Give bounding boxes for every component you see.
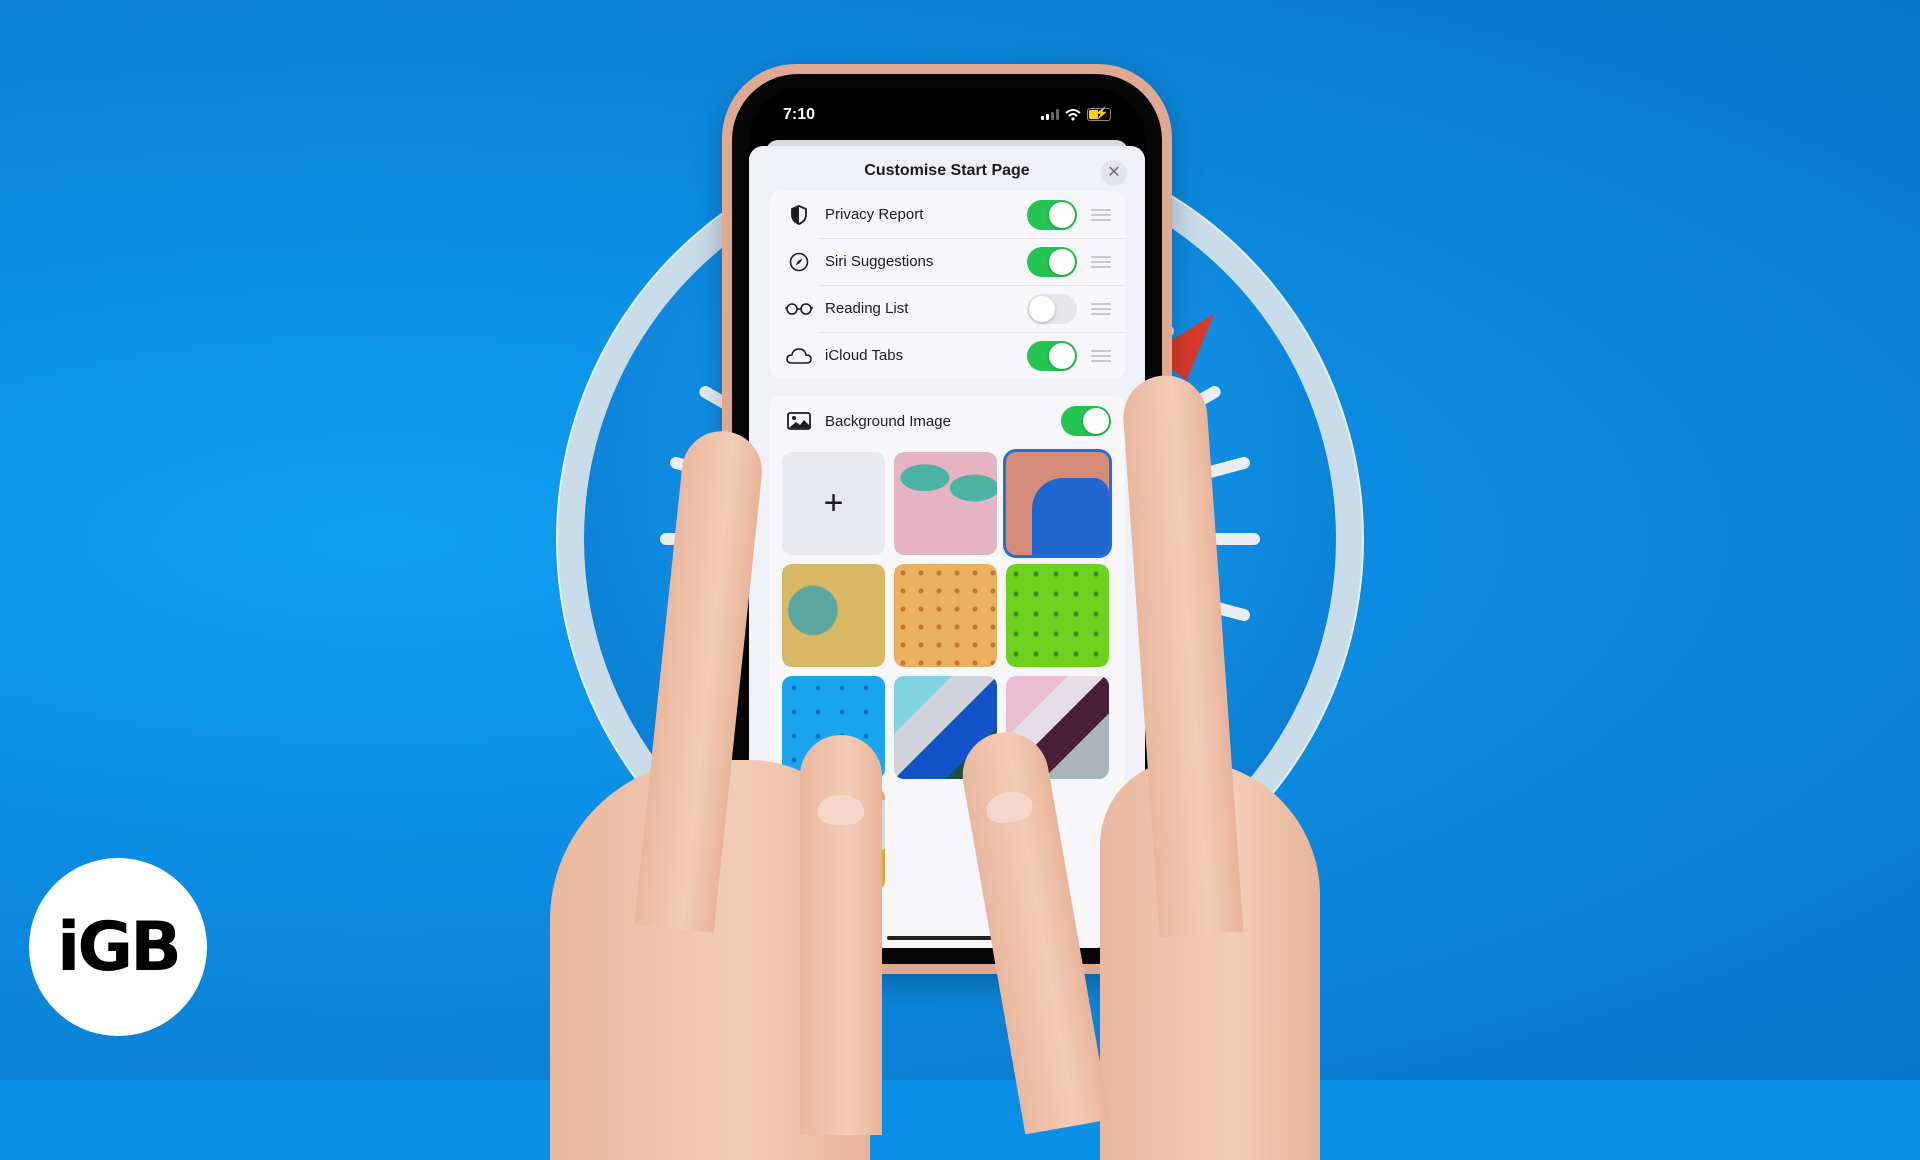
wallpaper-tile-butterfly[interactable] bbox=[894, 452, 997, 555]
section-row-privacy-report: Privacy Report bbox=[769, 191, 1125, 238]
status-bar: 7:10 ⚡ bbox=[749, 88, 1145, 140]
section-label: Reading List bbox=[825, 300, 909, 317]
status-time: 7:10 bbox=[783, 106, 816, 123]
section-row-reading-list: Reading List bbox=[769, 285, 1125, 332]
cloud-icon bbox=[783, 347, 815, 365]
glasses-icon bbox=[783, 302, 815, 316]
section-label: Siri Suggestions bbox=[825, 253, 934, 270]
photo-icon bbox=[783, 412, 815, 430]
add-photo-button[interactable]: + bbox=[782, 452, 885, 555]
section-row-siri-suggestions: Siri Suggestions bbox=[769, 238, 1125, 285]
cellular-signal-icon bbox=[1041, 109, 1059, 120]
reorder-handle-icon[interactable] bbox=[1091, 255, 1111, 268]
reorder-handle-icon[interactable] bbox=[1091, 208, 1111, 221]
icloud-tabs-toggle[interactable] bbox=[1027, 340, 1077, 371]
sheet-title: Customise Start Page bbox=[864, 162, 1030, 179]
wallpaper-tile-orange-dots[interactable] bbox=[894, 564, 997, 667]
wallpaper-tile-parrot[interactable] bbox=[782, 564, 885, 667]
sections-list: Privacy Report Siri Suggestions Reading … bbox=[769, 191, 1125, 379]
wallpaper-tile-green-dots[interactable] bbox=[1006, 564, 1109, 667]
section-row-icloud-tabs: iCloud Tabs bbox=[769, 332, 1125, 379]
igb-logo: iGB bbox=[29, 858, 207, 1036]
reorder-handle-icon[interactable] bbox=[1091, 302, 1111, 315]
section-label: iCloud Tabs bbox=[825, 347, 904, 364]
left-thumb bbox=[800, 735, 882, 1135]
background-image-toggle[interactable] bbox=[1061, 406, 1111, 436]
privacy-report-toggle[interactable] bbox=[1027, 199, 1077, 230]
section-label: Privacy Report bbox=[825, 206, 924, 223]
logo-text: iGB bbox=[57, 907, 182, 987]
wifi-icon bbox=[1065, 108, 1081, 121]
background-image-label: Background Image bbox=[825, 412, 951, 430]
wallpaper-tile-bear-selected[interactable] bbox=[1006, 452, 1109, 555]
home-indicator bbox=[887, 936, 1007, 940]
plus-icon: + bbox=[823, 484, 844, 522]
reading-list-toggle[interactable] bbox=[1027, 293, 1077, 324]
close-icon: ✕ bbox=[1107, 164, 1121, 181]
compass-icon bbox=[783, 252, 815, 272]
siri-suggestions-toggle[interactable] bbox=[1027, 246, 1077, 277]
close-button[interactable]: ✕ bbox=[1101, 160, 1127, 186]
reorder-handle-icon[interactable] bbox=[1091, 349, 1111, 362]
battery-charging-icon: ⚡ bbox=[1087, 106, 1111, 121]
status-icons: ⚡ bbox=[1041, 106, 1111, 121]
background-image-row: Background Image bbox=[769, 396, 1125, 446]
shield-icon bbox=[783, 204, 815, 225]
